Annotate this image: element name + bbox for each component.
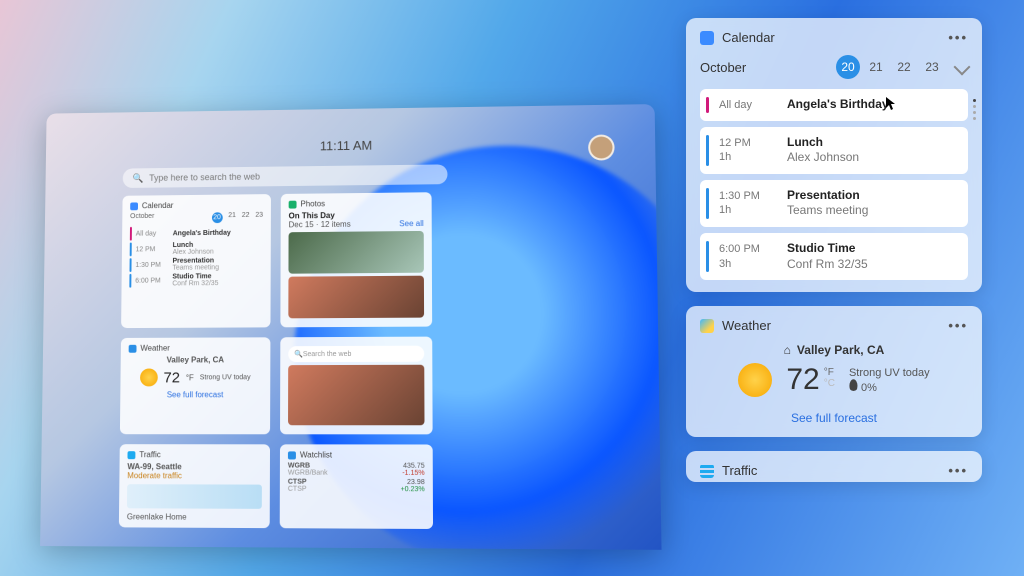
photos-sub: Dec 15 · 12 items — [289, 220, 351, 229]
weather-temp: 72 — [786, 363, 819, 397]
mini-photos-title: Photos — [300, 199, 325, 208]
photo-thumb[interactable] — [288, 231, 423, 274]
event-list: All day Angela's Birthday 12 PM1h LunchAlex… — [700, 89, 968, 280]
more-button[interactable]: ••• — [948, 463, 968, 478]
watchlist-row[interactable]: CTSPCTSP23.98+0.23% — [288, 479, 425, 494]
page-dots — [973, 99, 976, 120]
event-title: LunchAlex Johnson — [787, 135, 859, 166]
weather-widget: Weather ••• ⌂ Valley Park, CA 72 °F°C Str… — [686, 306, 982, 437]
mini-search-input[interactable]: 🔍Search the web — [288, 346, 424, 362]
event-title: Studio TimeConf Rm 32/35 — [787, 241, 868, 272]
calendar-icon — [700, 31, 714, 45]
event-color-bar — [706, 241, 709, 272]
weather-icon — [700, 319, 714, 333]
calendar-event[interactable]: All day Angela's Birthday — [700, 89, 968, 121]
traffic-map — [127, 484, 262, 509]
unit-f[interactable]: °F — [824, 367, 835, 378]
forecast-link[interactable]: See full forecast — [791, 411, 877, 425]
laptop-screen: 11:11 AM 🔍 Type here to search the web C… — [40, 104, 661, 550]
event-title: PresentationTeams meeting — [787, 188, 868, 219]
photos-see-all[interactable]: See all — [399, 219, 423, 228]
calendar-day[interactable]: 20 — [836, 55, 860, 79]
weather-icon — [129, 344, 137, 352]
watchlist-row[interactable]: WGRBWGRB/Bank435.75-1.15% — [288, 462, 425, 476]
home-icon: ⌂ — [784, 343, 791, 357]
traffic-route: WA-99, Seattle — [127, 462, 262, 471]
mini-weather-title: Weather — [140, 344, 170, 353]
calendar-event[interactable]: 12 PM1h LunchAlex Johnson — [700, 127, 968, 174]
calendar-day[interactable]: 21 — [864, 55, 888, 79]
mini-event[interactable]: 6:00 PMStudio TimeConf Rm 32/35 — [129, 273, 262, 288]
event-time: 12 PM1h — [719, 136, 777, 165]
mini-watchlist[interactable]: Watchlist WGRBWGRB/Bank435.75-1.15% CTSPC… — [280, 444, 433, 529]
calendar-month: October — [700, 60, 746, 75]
mini-weather-loc: Valley Park, CA — [129, 355, 263, 364]
mini-event[interactable]: 1:30 PMPresentationTeams meeting — [130, 257, 263, 272]
sun-icon — [140, 369, 158, 387]
sun-icon — [738, 363, 772, 397]
more-button[interactable]: ••• — [948, 30, 968, 45]
traffic-status: Moderate traffic — [127, 471, 262, 480]
event-time: 6:00 PM3h — [719, 242, 777, 271]
mini-day[interactable]: 22 — [242, 212, 250, 223]
widget-column: Calendar ••• October 20212223 All day Ang… — [686, 18, 982, 482]
mini-photos[interactable]: Photos On This Day Dec 15 · 12 items See… — [280, 192, 432, 327]
traffic-icon — [700, 464, 714, 478]
cursor-icon — [886, 97, 896, 111]
mini-weather-temp: 72 — [163, 369, 180, 386]
photo-thumb[interactable] — [288, 365, 424, 426]
clock: 11:11 AM — [320, 138, 372, 153]
event-time: All day — [719, 98, 777, 112]
mini-calendar[interactable]: Calendar October 20 21 22 23 All dayAnge… — [121, 194, 271, 328]
weather-location: Valley Park, CA — [797, 343, 884, 357]
search-icon: 🔍 — [132, 173, 143, 184]
mini-search-placeholder: Search the web — [303, 350, 352, 357]
photos-icon — [289, 200, 297, 208]
mini-widget-grid: Calendar October 20 21 22 23 All dayAnge… — [119, 192, 439, 529]
unit-c[interactable]: °C — [824, 378, 835, 389]
chevron-down-icon[interactable] — [954, 59, 971, 76]
mini-watchlist-title: Watchlist — [300, 450, 332, 459]
mini-day[interactable]: 23 — [255, 212, 263, 223]
traffic-route: Greenlake Home — [127, 512, 262, 522]
mini-calendar-month: October — [130, 213, 154, 224]
weather-precip: 0% — [861, 382, 877, 394]
mini-weather-unit: °F — [186, 373, 194, 382]
event-time: 1:30 PM1h — [719, 189, 777, 218]
more-button[interactable]: ••• — [948, 318, 968, 333]
weather-condition: Strong UV today — [849, 367, 930, 379]
calendar-day[interactable]: 23 — [920, 55, 944, 79]
mini-day[interactable]: 20 — [212, 212, 223, 223]
weather-title: Weather — [722, 318, 771, 333]
event-color-bar — [706, 188, 709, 219]
traffic-widget: Traffic ••• — [686, 451, 982, 482]
mini-calendar-title: Calendar — [142, 201, 174, 210]
calendar-title: Calendar — [722, 30, 775, 45]
avatar[interactable] — [588, 134, 615, 160]
traffic-title: Traffic — [722, 463, 757, 478]
event-title: Angela's Birthday — [787, 97, 889, 113]
photo-thumb[interactable] — [288, 276, 424, 319]
mini-traffic-title: Traffic — [139, 450, 161, 459]
search-placeholder: Type here to search the web — [149, 172, 260, 183]
calendar-icon — [130, 202, 138, 210]
event-color-bar — [706, 135, 709, 166]
event-color-bar — [706, 97, 709, 113]
watchlist-icon — [288, 451, 296, 459]
calendar-day[interactable]: 22 — [892, 55, 916, 79]
calendar-widget: Calendar ••• October 20212223 All day Ang… — [686, 18, 982, 292]
calendar-event[interactable]: 1:30 PM1h PresentationTeams meeting — [700, 180, 968, 227]
mini-event[interactable]: 12 PMLunchAlex Johnson — [130, 241, 263, 256]
mini-weather-cond: Strong UV today — [200, 374, 251, 381]
search-box[interactable]: 🔍 Type here to search the web — [123, 164, 448, 188]
mini-weather[interactable]: Weather Valley Park, CA 72 °F Strong UV … — [120, 337, 271, 434]
precip-icon — [849, 379, 858, 391]
mini-websearch[interactable]: 🔍Search the web — [280, 337, 433, 435]
calendar-event[interactable]: 6:00 PM3h Studio TimeConf Rm 32/35 — [700, 233, 968, 280]
mini-event[interactable]: All dayAngela's Birthday — [130, 226, 263, 241]
mini-weather-link[interactable]: See full forecast — [128, 390, 262, 399]
mini-day[interactable]: 21 — [228, 212, 236, 223]
mini-traffic[interactable]: Traffic WA-99, Seattle Moderate traffic … — [119, 444, 270, 528]
traffic-icon — [127, 451, 135, 459]
